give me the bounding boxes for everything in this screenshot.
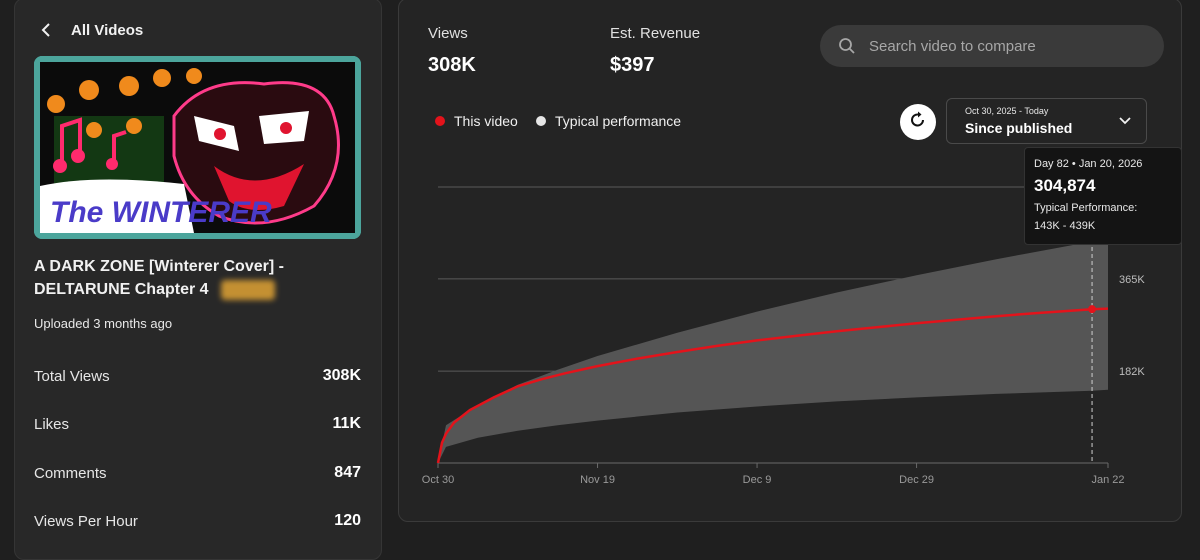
chart-tooltip: Day 82 • Jan 20, 2026 304,874 Typical Pe… bbox=[1024, 147, 1182, 245]
x-axis: Oct 30 Nov 19 Dec 9 Dec 29 Jan 22 bbox=[422, 463, 1125, 486]
y-tick-label: 365K bbox=[1119, 274, 1145, 286]
hover-point bbox=[1088, 305, 1097, 314]
x-tick-label: Oct 30 bbox=[422, 474, 454, 486]
x-tick-label: Dec 9 bbox=[743, 474, 772, 486]
tooltip-value: 304,874 bbox=[1034, 176, 1096, 195]
tooltip-typical-label: Typical Performance: bbox=[1034, 202, 1138, 214]
y-axis: 182K 365K bbox=[1119, 274, 1145, 378]
views-chart[interactable]: Oct 30 Nov 19 Dec 9 Dec 29 Jan 22 182K 365K bbox=[0, 0, 1200, 542]
tooltip-typical-range: 143K - 439K bbox=[1034, 220, 1096, 232]
x-tick-label: Dec 29 bbox=[899, 474, 934, 486]
tooltip-header: Day 82 • Jan 20, 2026 bbox=[1034, 158, 1143, 170]
typical-performance-band bbox=[438, 239, 1108, 463]
x-tick-label: Nov 19 bbox=[580, 474, 615, 486]
y-tick-label: 182K bbox=[1119, 366, 1145, 378]
x-tick-label: Jan 22 bbox=[1091, 474, 1124, 486]
